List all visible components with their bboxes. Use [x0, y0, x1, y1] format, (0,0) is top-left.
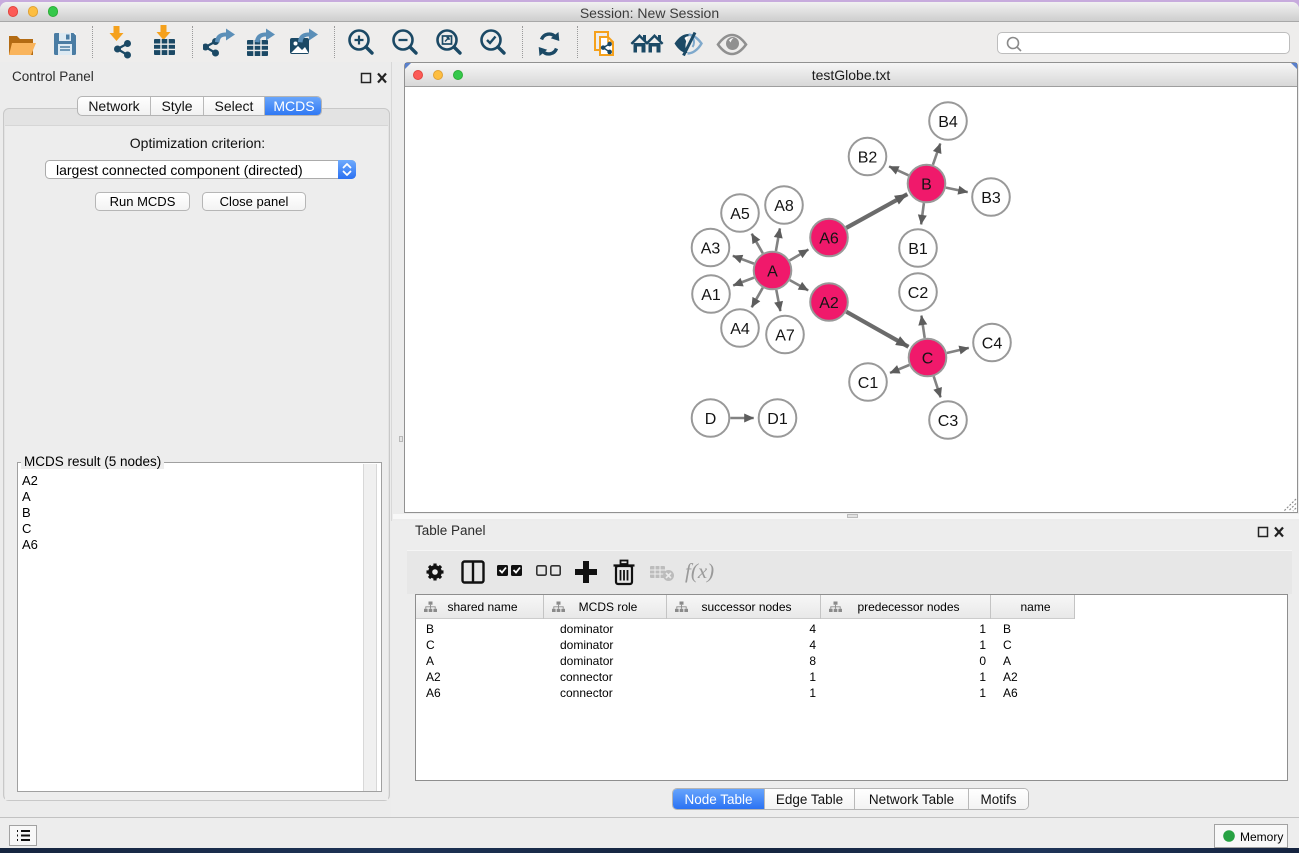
svg-text:A8: A8 [774, 198, 794, 215]
svg-text:A: A [767, 264, 778, 281]
svg-text:B1: B1 [908, 241, 928, 258]
svg-text:C3: C3 [938, 413, 959, 430]
svg-text:D1: D1 [767, 411, 788, 428]
svg-text:f(x): f(x) [685, 559, 714, 583]
svg-text:B2: B2 [858, 150, 878, 167]
svg-text:A2: A2 [819, 295, 839, 312]
svg-text:D: D [705, 411, 717, 428]
svg-text:B: B [921, 177, 932, 194]
svg-text:A4: A4 [730, 321, 750, 338]
svg-text:A6: A6 [819, 231, 839, 248]
svg-text:C4: C4 [982, 336, 1003, 353]
svg-text:C2: C2 [908, 285, 929, 302]
svg-text:A5: A5 [730, 206, 750, 223]
svg-text:C1: C1 [858, 375, 879, 392]
svg-text:B3: B3 [981, 190, 1001, 207]
svg-text:A7: A7 [775, 328, 795, 345]
svg-text:B4: B4 [938, 114, 958, 131]
svg-text:A1: A1 [701, 287, 721, 304]
svg-text:A3: A3 [701, 241, 721, 258]
svg-text:C: C [922, 351, 934, 368]
